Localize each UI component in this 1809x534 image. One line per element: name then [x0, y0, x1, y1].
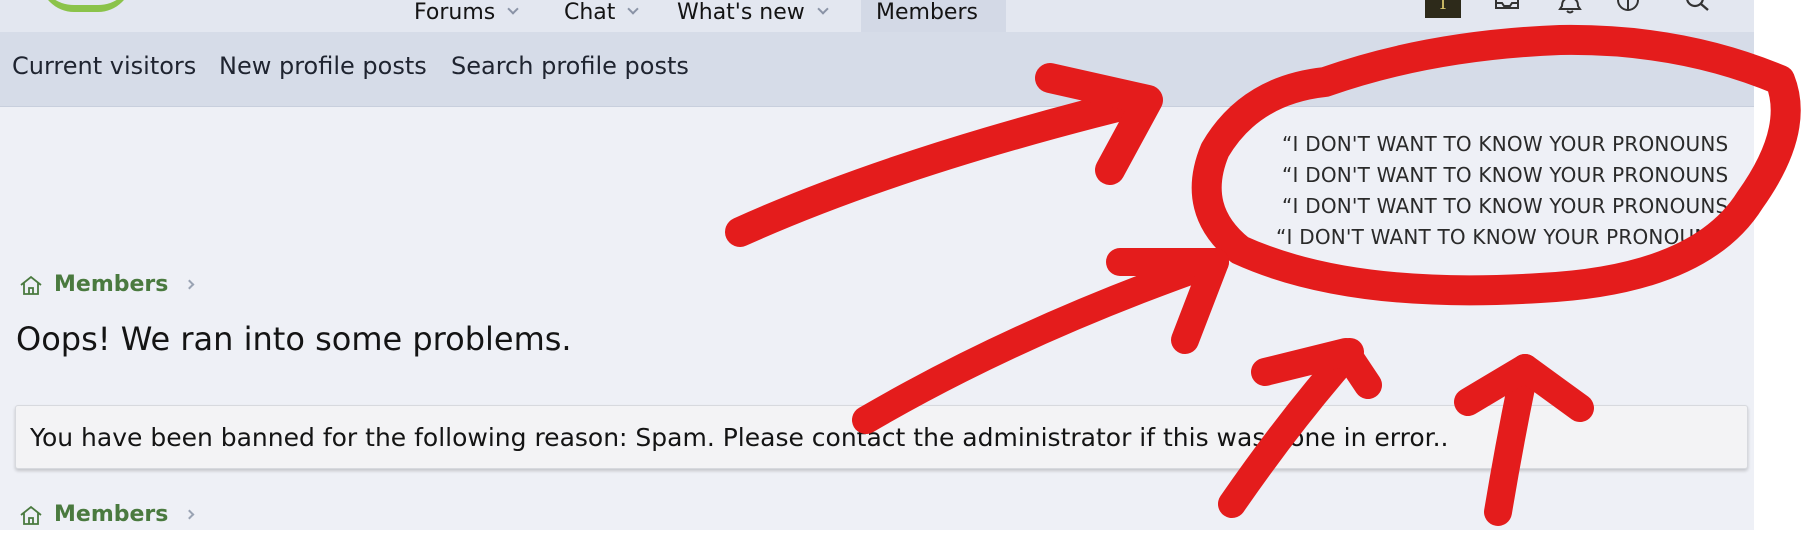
user-avatar[interactable]: T	[1425, 0, 1461, 18]
breadcrumb[interactable]: Members	[18, 272, 195, 297]
top-navigation: Forums Chat What's new Members T	[0, 0, 1754, 32]
theme-icon[interactable]	[1614, 0, 1642, 18]
inbox-icon[interactable]	[1493, 0, 1521, 18]
search-icon[interactable]	[1684, 0, 1712, 18]
page: Forums Chat What's new Members T Current…	[0, 0, 1754, 530]
page-title: Oops! We ran into some problems.	[16, 320, 572, 358]
bell-icon[interactable]	[1556, 0, 1584, 18]
ban-notice: You have been banned for the following r…	[15, 405, 1748, 469]
breadcrumb-members[interactable]: Members	[54, 272, 168, 297]
nav-chat[interactable]: Chat	[564, 0, 640, 32]
chevron-right-icon	[184, 509, 195, 520]
chevron-down-icon[interactable]	[627, 3, 640, 15]
chevron-right-icon	[184, 279, 195, 290]
pronoun-quote-line: “I DON'T WANT TO KNOW YOUR PRONOUNS	[1282, 163, 1729, 187]
site-logo[interactable]	[40, 0, 132, 12]
pronoun-quote-line: “I DON'T WANT TO KNOW YOUR PRONOUNS	[1282, 132, 1729, 156]
nav-members-label: Members	[876, 0, 978, 25]
pronoun-quote-line: “I DON'T WANT TO KNOW YOUR PRONOUNS	[1276, 225, 1723, 249]
chevron-down-icon[interactable]	[507, 3, 519, 15]
breadcrumb-members[interactable]: Members	[54, 502, 168, 527]
new-profile-posts-link[interactable]: New profile posts	[219, 52, 427, 80]
pronoun-quote-line: “I DON'T WANT TO KNOW YOUR PRONOUNS	[1282, 194, 1729, 218]
breadcrumb-bottom[interactable]: Members	[18, 502, 195, 527]
nav-whats-new[interactable]: What's new	[677, 0, 829, 32]
user-initial: T	[1436, 0, 1449, 14]
nav-forums-label: Forums	[414, 0, 496, 25]
nav-members[interactable]: Members	[876, 0, 978, 32]
current-visitors-link[interactable]: Current visitors	[12, 52, 196, 80]
nav-whats-new-label: What's new	[677, 0, 805, 25]
chevron-down-icon[interactable]	[817, 3, 829, 15]
search-profile-posts-link[interactable]: Search profile posts	[451, 52, 689, 80]
home-icon	[20, 275, 42, 295]
nav-forums[interactable]: Forums	[414, 0, 519, 32]
nav-chat-label: Chat	[564, 0, 616, 25]
home-icon	[20, 505, 42, 525]
